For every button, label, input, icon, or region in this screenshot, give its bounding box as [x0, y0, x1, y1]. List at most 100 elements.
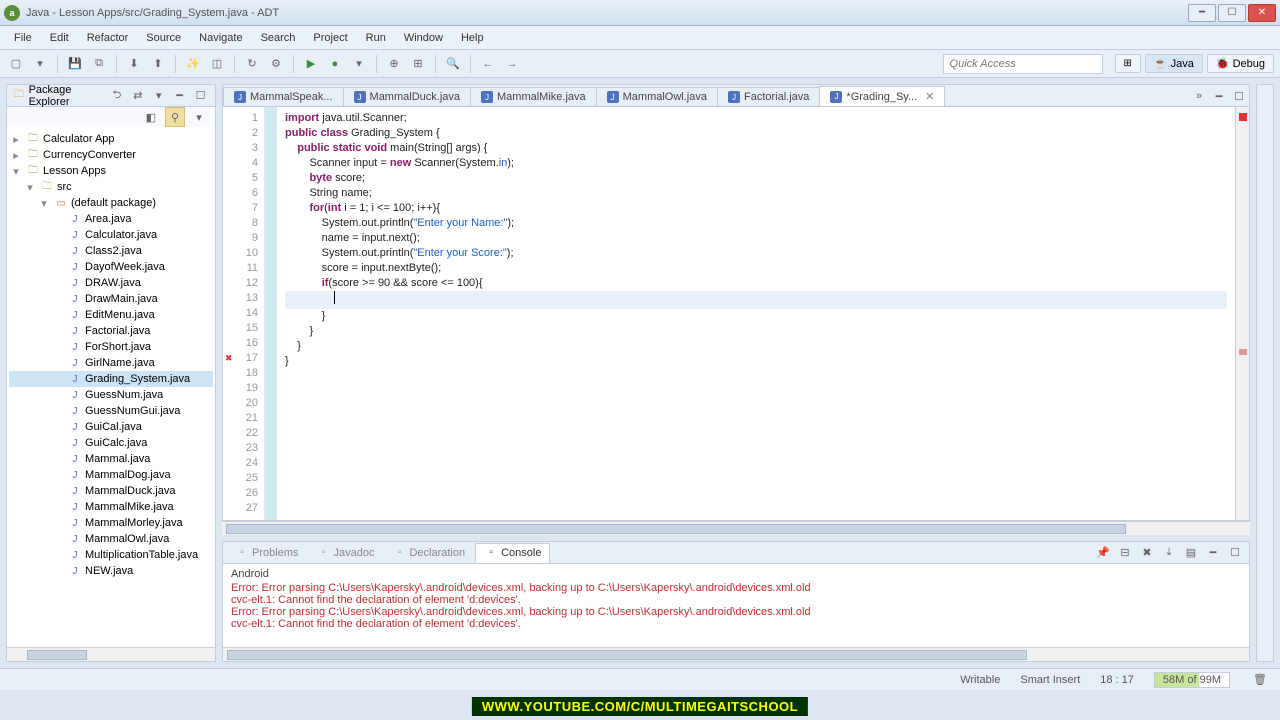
tree-node[interactable]: JMammalDuck.java — [9, 483, 213, 499]
editor-min-icon[interactable]: ━ — [1209, 86, 1229, 106]
tree-node[interactable]: JDRAW.java — [9, 275, 213, 291]
menu-project[interactable]: Project — [305, 29, 355, 47]
run-last-icon[interactable]: ▾ — [349, 54, 369, 74]
menu-source[interactable]: Source — [138, 29, 189, 47]
editor-tab[interactable]: JMammalOwl.java — [596, 87, 718, 106]
console-display-icon[interactable]: ⊟ — [1115, 543, 1135, 563]
tree-node[interactable]: JGuiCalc.java — [9, 435, 213, 451]
tree-hscroll[interactable] — [7, 647, 215, 661]
editor-tab[interactable]: J*Grading_Sy...✕ — [819, 86, 945, 107]
run-button[interactable]: ● — [325, 54, 345, 74]
save-button[interactable]: 💾 — [65, 54, 85, 74]
tree-node[interactable]: JNEW.java — [9, 563, 213, 579]
dropdown-icon[interactable]: ▾ — [30, 54, 50, 74]
tree-node[interactable]: JMammalMike.java — [9, 499, 213, 515]
save-all-button[interactable]: ⧉ — [89, 54, 109, 74]
console-output[interactable]: AndroidError: Error parsing C:\Users\Kap… — [223, 564, 1249, 647]
tree-node[interactable]: JDayofWeek.java — [9, 259, 213, 275]
maximize-button[interactable]: ☐ — [1218, 4, 1246, 22]
build-icon[interactable]: ⚙ — [266, 54, 286, 74]
console-clear-icon[interactable]: ✖ — [1137, 543, 1157, 563]
bottom-tab-declaration[interactable]: ▫Declaration — [384, 544, 473, 562]
editor-tab[interactable]: JFactorial.java — [717, 87, 820, 106]
back-button[interactable]: ← — [478, 54, 498, 74]
console-max-icon[interactable]: ☐ — [1225, 543, 1245, 563]
heap-status[interactable]: 58M of 99M — [1154, 672, 1230, 688]
tree-node[interactable]: JEditMenu.java — [9, 307, 213, 323]
new-pkg-icon[interactable]: ⊞ — [408, 54, 428, 74]
maximize-view-icon[interactable]: ☐ — [192, 86, 209, 106]
minimize-view-icon[interactable]: ━ — [171, 86, 188, 106]
link-editor-icon[interactable]: ⇄ — [129, 86, 146, 106]
bottom-tab-problems[interactable]: ▫Problems — [227, 544, 306, 562]
editor-vscroll[interactable] — [1235, 107, 1249, 520]
filter-icon[interactable]: ⚲ — [165, 107, 185, 127]
error-overview-marker[interactable] — [1239, 349, 1247, 355]
collapse-all-icon[interactable]: ⮌ — [108, 86, 125, 106]
tree-node[interactable]: JArea.java — [9, 211, 213, 227]
console-pin-icon[interactable]: 📌 — [1093, 543, 1113, 563]
tree-node[interactable]: JGirlName.java — [9, 355, 213, 371]
menu-search[interactable]: Search — [253, 29, 304, 47]
import-icon[interactable]: ⬇ — [124, 54, 144, 74]
focus-icon[interactable]: ◧ — [141, 107, 161, 127]
error-overview-marker[interactable] — [1239, 113, 1247, 121]
forward-button[interactable]: → — [502, 54, 522, 74]
close-button[interactable]: ✕ — [1248, 4, 1276, 22]
wand-icon[interactable]: ✨ — [183, 54, 203, 74]
new-button[interactable]: ▢ — [6, 54, 26, 74]
view-menu-icon[interactable]: ▾ — [150, 86, 167, 106]
editor-tab[interactable]: JMammalSpeak... — [223, 87, 344, 106]
tree-node[interactable]: JClass2.java — [9, 243, 213, 259]
search-icon[interactable]: 🔍 — [443, 54, 463, 74]
gc-button[interactable]: 🗑 — [1250, 670, 1270, 690]
tree-node[interactable]: JMultiplicationTable.java — [9, 547, 213, 563]
editor-tab[interactable]: JMammalMike.java — [470, 87, 597, 106]
close-tab-icon[interactable]: ✕ — [925, 90, 934, 103]
new-class-icon[interactable]: ⊕ — [384, 54, 404, 74]
tree-node[interactable]: JMammalOwl.java — [9, 531, 213, 547]
console-scroll-icon[interactable]: ⤓ — [1159, 543, 1179, 563]
menu-navigate[interactable]: Navigate — [191, 29, 250, 47]
menu-window[interactable]: Window — [396, 29, 451, 47]
project-tree[interactable]: ▸🗀Calculator App▸🗀CurrencyConverter▾🗀Les… — [7, 127, 215, 647]
tree-node[interactable]: JDrawMain.java — [9, 291, 213, 307]
tree-node[interactable]: ▾🗀src — [9, 179, 213, 195]
refresh-icon[interactable]: ↻ — [242, 54, 262, 74]
tree-node[interactable]: JGuiCal.java — [9, 419, 213, 435]
minimize-button[interactable]: ━ — [1188, 4, 1216, 22]
tree-node[interactable]: JCalculator.java — [9, 227, 213, 243]
tree-node[interactable]: JMammal.java — [9, 451, 213, 467]
tree-node[interactable]: JGrading_System.java — [9, 371, 213, 387]
editor-tab[interactable]: JMammalDuck.java — [343, 87, 471, 106]
export-icon[interactable]: ⬆ — [148, 54, 168, 74]
open-perspective-button[interactable]: ⊞ — [1115, 54, 1141, 73]
java-perspective-button[interactable]: ☕Java — [1145, 54, 1203, 73]
console-min-icon[interactable]: ━ — [1203, 543, 1223, 563]
menu-run[interactable]: Run — [358, 29, 394, 47]
console-hscroll[interactable] — [223, 647, 1249, 661]
tree-node[interactable]: ▾▭(default package) — [9, 195, 213, 211]
code-area[interactable]: import java.util.Scanner;public class Gr… — [277, 107, 1235, 520]
tree-node[interactable]: ▸🗀Calculator App — [9, 131, 213, 147]
tree-node[interactable]: JFactorial.java — [9, 323, 213, 339]
bottom-tab-console[interactable]: ▫Console — [475, 543, 550, 563]
tree-node[interactable]: JForShort.java — [9, 339, 213, 355]
show-list-icon[interactable]: » — [1189, 86, 1209, 106]
tree-node[interactable]: ▸🗀CurrencyConverter — [9, 147, 213, 163]
tree-node[interactable]: JMammalMorley.java — [9, 515, 213, 531]
tree-node[interactable]: JGuessNum.java — [9, 387, 213, 403]
tree-node[interactable]: JGuessNumGui.java — [9, 403, 213, 419]
debug-perspective-button[interactable]: 🐞Debug — [1207, 54, 1274, 73]
fold-gutter[interactable] — [265, 107, 277, 520]
package-icon[interactable]: ◫ — [207, 54, 227, 74]
quick-access-input[interactable] — [943, 54, 1103, 74]
menu-refactor[interactable]: Refactor — [79, 29, 137, 47]
right-trim[interactable] — [1256, 84, 1274, 662]
editor-hscroll[interactable] — [222, 521, 1250, 535]
code-editor[interactable]: 1234567891011121314151617181920212223242… — [222, 106, 1250, 521]
tree-menu-icon[interactable]: ▾ — [189, 107, 209, 127]
menu-edit[interactable]: Edit — [42, 29, 77, 47]
console-open-icon[interactable]: ▤ — [1181, 543, 1201, 563]
debug-button[interactable]: ▶ — [301, 54, 321, 74]
